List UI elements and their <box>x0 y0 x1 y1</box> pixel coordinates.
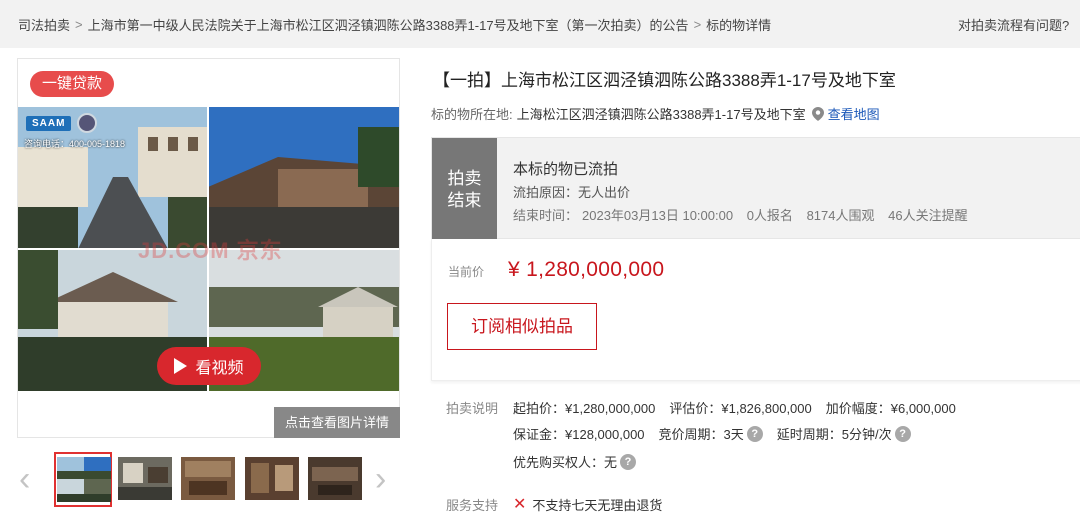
chevron-right-icon[interactable]: › <box>375 462 395 498</box>
breadcrumb-separator: > <box>75 16 83 32</box>
saam-logo: SAAM <box>26 113 98 133</box>
delay-period-item: 延时周期：5分钟/次 ? <box>777 424 911 443</box>
help-icon[interactable]: ? <box>894 425 911 442</box>
seal-icon <box>77 113 98 133</box>
watch-video-label: 看视频 <box>195 360 244 377</box>
subscribe-similar-button[interactable]: 订阅相似拍品 <box>447 303 597 350</box>
rules-row-3: 优先购买权人：无 ? <box>513 452 650 471</box>
main-photo[interactable]: SAAM 咨询电话：400-005-1818 JD.COM 京东 看视频 <box>18 107 399 391</box>
breadcrumb-item-judicial-auction[interactable]: 司法拍卖 <box>18 15 70 34</box>
appraisal-price: 评估价：¥1,826,800,000 <box>669 401 812 416</box>
thumbnail[interactable] <box>308 457 362 500</box>
thumbnail-strip: ‹ › <box>17 450 400 510</box>
signup-count: 0人报名 <box>746 208 793 223</box>
breadcrumb-item-detail: 标的物详情 <box>706 17 772 33</box>
price-panel: 当前价 ¥ 1,280,000,000 订阅相似拍品 <box>431 239 1080 381</box>
auction-status-panel: 拍卖 结束 本标的物已流拍 流拍原因：无人出价 结束时间： 2023年03月13日… <box>431 137 1080 239</box>
breadcrumb: 司法拍卖 > 上海市第一中级人民法院关于上海市松江区泗泾镇泗陈公路3388弄1-… <box>0 0 1080 48</box>
no-return-text: 不支持七天无理由退货 <box>532 497 663 513</box>
hotline-text: 咨询电话：400-005-1818 <box>24 139 126 149</box>
breadcrumb-item-announcement[interactable]: 上海市第一中级人民法院关于上海市松江区泗泾镇泗陈公路3388弄1-17号及地下室… <box>88 15 689 34</box>
item-location: 标的物所在地: 上海松江区泗泾镇泗陈公路3388弄1-17号及地下室 查看地图 <box>431 104 880 123</box>
bid-period: 竞价周期：3天 <box>658 427 744 442</box>
breadcrumb-separator: > <box>693 16 702 32</box>
view-image-details-button[interactable]: 点击查看图片详情 <box>274 407 400 438</box>
service-support: 服务支持 ✕ 不支持七天无理由退货 <box>446 494 662 514</box>
thumbnail[interactable] <box>245 457 299 500</box>
thumbnail[interactable] <box>118 457 172 500</box>
rules-label: 拍卖说明 <box>446 401 499 416</box>
status-tag-line1: 拍卖 <box>447 169 482 188</box>
loan-badge[interactable]: 一键贷款 <box>30 71 115 97</box>
auction-stats: 结束时间： 2023年03月13日 10:00:00 0人报名 8174人围观 4… <box>513 205 978 224</box>
status-tag-line2: 结束 <box>447 191 482 210</box>
play-icon <box>174 358 188 374</box>
help-icon[interactable]: ? <box>620 453 637 470</box>
watermark: JD.COM 京东 <box>138 238 283 263</box>
current-price-value: ¥ 1,280,000,000 <box>508 258 665 281</box>
delay-period: 延时周期：5分钟/次 <box>776 427 892 442</box>
end-time-label: 结束时间： <box>513 208 579 223</box>
location-label: 标的物所在地: <box>431 107 513 122</box>
thumbnail[interactable] <box>181 457 235 500</box>
location-value: 上海松江区泗泾镇泗陈公路3388弄1-17号及地下室 <box>516 107 806 122</box>
saam-logo-text: SAAM <box>26 115 72 131</box>
service-label: 服务支持 <box>446 497 499 513</box>
failure-reason: 流拍原因：无人出价 <box>513 185 631 200</box>
bid-increment: 加价幅度：¥6,000,000 <box>825 401 956 416</box>
status-headline: 本标的物已流拍 <box>513 161 619 178</box>
close-icon: ✕ <box>513 496 527 513</box>
auction-ended-tag: 拍卖 结束 <box>432 138 497 239</box>
help-icon[interactable]: ? <box>746 425 763 442</box>
start-price: 起拍价：¥1,280,000,000 <box>513 401 656 416</box>
thumbnail-image <box>308 457 362 500</box>
priority-buyer: 优先购买权人：无 <box>513 455 618 470</box>
thumbnail[interactable] <box>54 452 112 507</box>
rules-row-2: 保证金：¥128,000,000 竞价周期：3天 ? 延时周期：5分钟/次 ? <box>513 424 925 443</box>
rules-row-1: 起拍价：¥1,280,000,000 评估价：¥1,826,800,000 加价… <box>513 398 970 417</box>
priority-buyer-item: 优先购买权人：无 ? <box>513 452 637 471</box>
chevron-left-icon[interactable]: ‹ <box>19 462 39 498</box>
view-map-link[interactable]: 查看地图 <box>828 104 880 123</box>
bid-period-item: 竞价周期：3天 ? <box>659 424 763 443</box>
map-pin-icon <box>811 106 824 121</box>
thumbnail-image <box>181 457 235 500</box>
current-price-label: 当前价 <box>448 265 485 279</box>
thumbnail-image <box>245 457 299 500</box>
help-link[interactable]: 对拍卖流程有问题? <box>958 0 1069 48</box>
end-time-value: 2023年03月13日 10:00:00 <box>582 208 734 223</box>
item-title: 【一拍】上海市松江区泗泾镇泗陈公路3388弄1-17号及地下室 <box>433 71 896 90</box>
thumbnail-image <box>118 457 172 500</box>
thumbnail-image <box>57 457 111 502</box>
watch-video-button[interactable]: 看视频 <box>157 347 261 385</box>
image-gallery: 一键贷款 SAAM 咨询电话：400-005-1818 JD.COM 京东 看视… <box>17 58 400 438</box>
deposit: 保证金：¥128,000,000 <box>513 427 645 442</box>
viewer-count: 8174人围观 <box>806 208 875 223</box>
follower-count: 46人关注提醒 <box>888 208 968 223</box>
